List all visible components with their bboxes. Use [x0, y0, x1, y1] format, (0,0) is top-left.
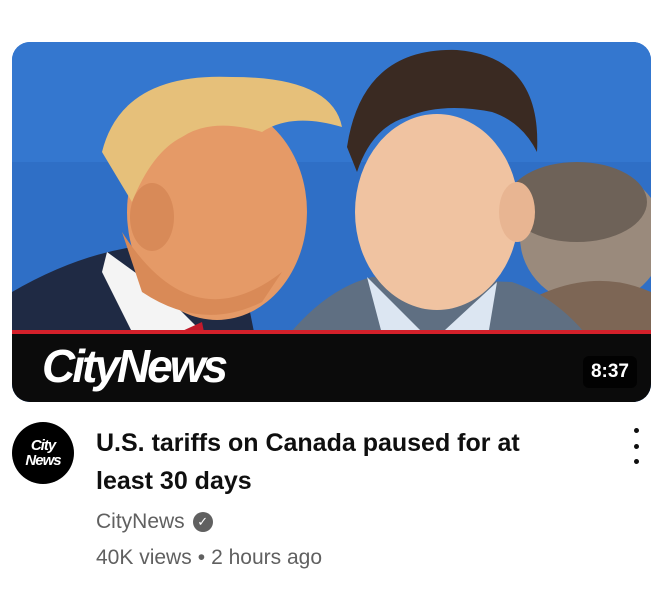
more-options-icon[interactable] [624, 428, 648, 464]
video-metadata: 40K views • 2 hours ago [96, 546, 322, 570]
brand-bar: CityNews [12, 330, 651, 402]
video-duration: 8:37 [582, 356, 637, 388]
video-title[interactable]: U.S. tariffs on Canada paused for at lea… [96, 424, 576, 500]
channel-row: CityNews ✓ [96, 510, 213, 534]
menu-dot [633, 459, 639, 464]
video-thumbnail[interactable]: CityNews 8:37 [12, 42, 651, 402]
channel-avatar[interactable]: City News [12, 422, 74, 484]
citynews-logo: CityNews [42, 340, 228, 392]
verified-check-icon: ✓ [192, 512, 213, 532]
avatar-text-line-2: News [25, 452, 61, 469]
video-card[interactable]: CityNews 8:37 City News U.S. tariffs on … [0, 0, 665, 590]
menu-dot [633, 443, 639, 449]
channel-name[interactable]: CityNews [96, 510, 185, 534]
meta-separator: • [197, 546, 206, 569]
menu-dot [633, 428, 639, 433]
avatar-text-line-1: City [30, 437, 56, 454]
view-count: 40K views [96, 546, 192, 569]
upload-age: 2 hours ago [211, 546, 322, 569]
